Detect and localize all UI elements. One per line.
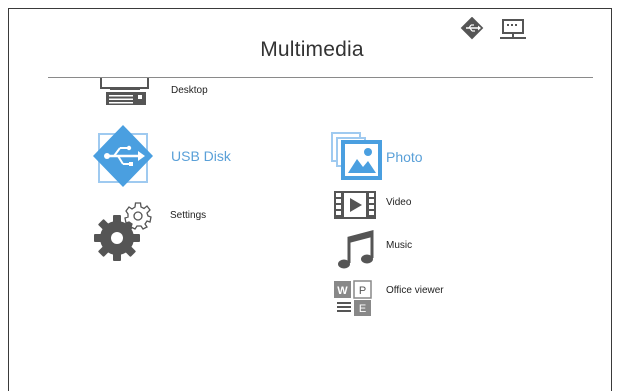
menu-item-usb-disk[interactable]: USB Disk	[92, 124, 262, 190]
usb-icon	[93, 125, 153, 187]
menu-item-photo[interactable]: Photo	[330, 131, 480, 183]
usb-disk-label: USB Disk	[171, 148, 231, 164]
video-label: Video	[386, 197, 412, 208]
menu-item-video[interactable]: Video	[334, 189, 484, 223]
menu-item-desktop[interactable]: Desktop	[98, 78, 248, 108]
photo-icon	[331, 132, 382, 180]
video-icon	[334, 191, 376, 219]
desktop-label: Desktop	[171, 85, 208, 96]
menu-item-settings[interactable]: Settings	[94, 200, 244, 266]
menu-item-office-viewer[interactable]: W P E Office viewer	[334, 277, 494, 317]
svg-text:P: P	[359, 285, 366, 297]
network-status-icon	[500, 19, 526, 39]
music-note-icon	[338, 230, 374, 269]
status-icons	[460, 17, 532, 43]
settings-label: Settings	[170, 210, 207, 221]
photo-label: Photo	[386, 149, 423, 165]
gears-icon	[94, 202, 152, 261]
music-label: Music	[386, 240, 413, 251]
desktop-icon	[100, 78, 149, 105]
svg-text:W: W	[337, 285, 348, 297]
svg-text:E: E	[359, 303, 366, 315]
menu-item-music[interactable]: Music	[336, 229, 486, 271]
usb-status-icon	[460, 17, 484, 40]
office-viewer-label: Office viewer	[386, 285, 444, 296]
office-docs-icon: W P E	[334, 280, 372, 316]
